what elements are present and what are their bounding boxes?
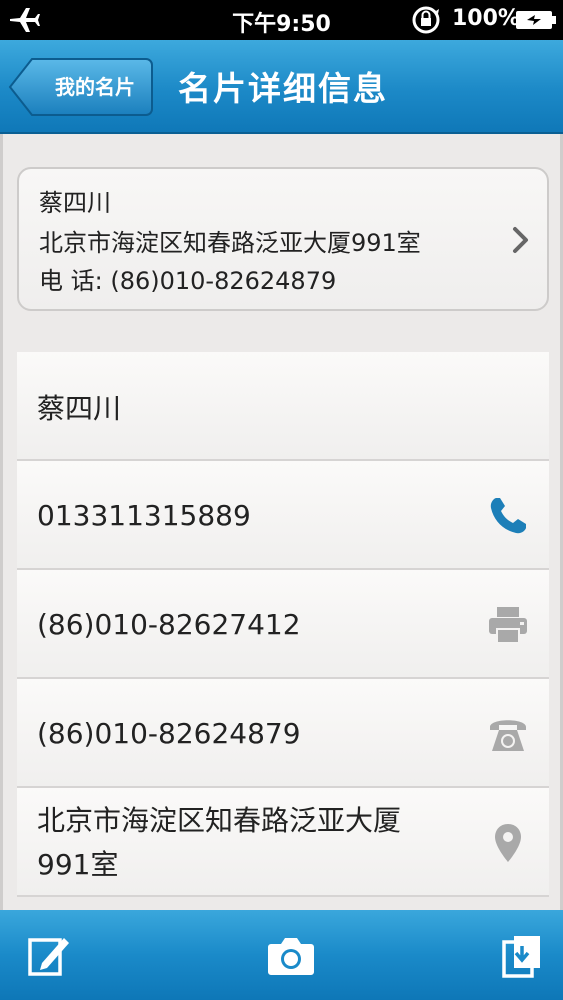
edit-icon bbox=[28, 938, 69, 976]
detail-address-line2: 991室 bbox=[37, 847, 119, 881]
phone-icon[interactable] bbox=[487, 495, 529, 537]
detail-list: 蔡四川 013311315889 (86)010-82627412 (86)01… bbox=[17, 352, 549, 897]
status-bar: 下午9:50 100% bbox=[0, 0, 563, 40]
detail-row-fax[interactable]: (86)010-82627412 bbox=[17, 570, 549, 679]
back-button-label: 我的名片 bbox=[55, 75, 135, 99]
detail-row-address[interactable]: 北京市海淀区知春路泛亚大厦 991室 bbox=[17, 788, 549, 897]
summary-phone: 电 话: (86)010-82624879 bbox=[39, 267, 337, 295]
edit-button[interactable] bbox=[22, 930, 78, 982]
camera-icon bbox=[268, 938, 314, 975]
location-pin-icon[interactable] bbox=[487, 822, 529, 864]
save-contact-button[interactable] bbox=[500, 930, 556, 982]
printer-icon[interactable] bbox=[487, 604, 529, 646]
summary-name: 蔡四川 bbox=[39, 189, 111, 217]
detail-telephone: (86)010-82624879 bbox=[37, 717, 301, 750]
detail-row-name: 蔡四川 bbox=[17, 352, 549, 461]
business-card-summary[interactable]: 蔡四川 北京市海淀区知春路泛亚大厦991室 电 话: (86)010-82624… bbox=[17, 167, 549, 311]
detail-mobile: 013311315889 bbox=[37, 499, 251, 532]
rotation-lock-icon bbox=[412, 6, 440, 34]
save-contact-icon bbox=[502, 936, 540, 978]
detail-address-line1: 北京市海淀区知春路泛亚大厦 bbox=[37, 803, 402, 837]
bottom-toolbar bbox=[0, 910, 563, 1000]
battery-icon bbox=[516, 11, 556, 29]
detail-fax: (86)010-82627412 bbox=[37, 608, 301, 641]
detail-name: 蔡四川 bbox=[37, 391, 122, 425]
navigation-bar: 我的名片 名片详细信息 bbox=[0, 40, 563, 134]
camera-button[interactable] bbox=[263, 930, 319, 982]
page-title: 名片详细信息 bbox=[178, 69, 388, 108]
card-detail-content: 蔡四川 北京市海淀区知春路泛亚大厦991室 电 话: (86)010-82624… bbox=[0, 134, 563, 910]
back-button[interactable]: 我的名片 bbox=[8, 57, 154, 117]
detail-row-telephone[interactable]: (86)010-82624879 bbox=[17, 679, 549, 788]
summary-address: 北京市海淀区知春路泛亚大厦991室 bbox=[39, 229, 421, 257]
chevron-right-icon bbox=[513, 227, 528, 253]
detail-address: 北京市海淀区知春路泛亚大厦 991室 bbox=[37, 788, 477, 897]
detail-row-mobile[interactable]: 013311315889 bbox=[17, 461, 549, 570]
battery-percent: 100% bbox=[452, 6, 520, 31]
telephone-icon[interactable] bbox=[487, 713, 529, 755]
